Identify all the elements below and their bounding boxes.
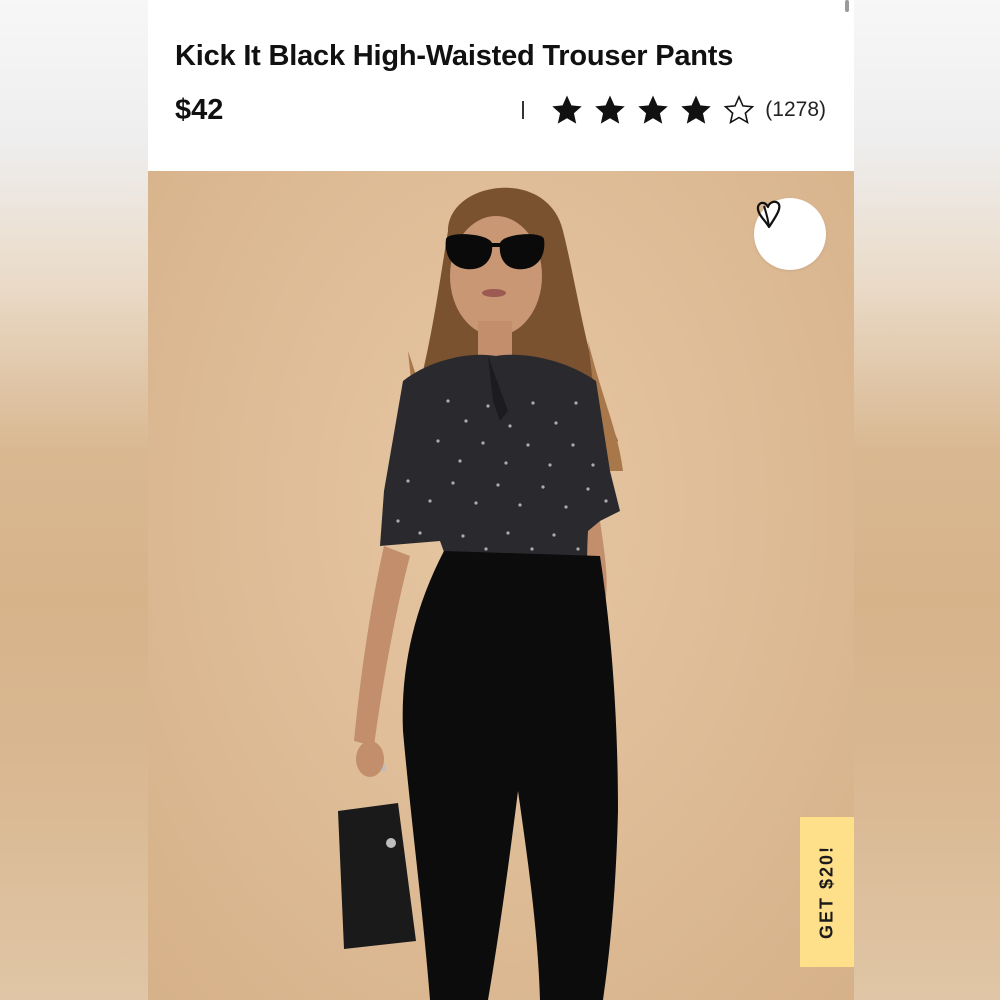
model-photo bbox=[338, 187, 623, 1000]
star-filled-icon bbox=[593, 93, 627, 127]
product-image[interactable]: GET $20! bbox=[148, 171, 854, 1000]
star-filled-icon bbox=[636, 93, 670, 127]
product-rating[interactable]: (1278) bbox=[522, 92, 826, 128]
review-count[interactable]: (1278) bbox=[765, 98, 826, 122]
scroll-indicator[interactable] bbox=[845, 0, 849, 12]
star-filled-icon bbox=[679, 93, 713, 127]
product-screen: Kick It Black High-Waisted Trouser Pants… bbox=[148, 0, 854, 1000]
star-filled-icon bbox=[550, 93, 584, 127]
product-title: Kick It Black High-Waisted Trouser Pants bbox=[175, 40, 734, 72]
wishlist-button[interactable] bbox=[754, 198, 826, 270]
star-empty-icon bbox=[722, 93, 756, 127]
promo-label: GET $20! bbox=[816, 844, 837, 940]
product-price: $42 bbox=[175, 94, 224, 126]
product-header: Kick It Black High-Waisted Trouser Pants… bbox=[148, 0, 854, 170]
rating-divider bbox=[522, 101, 525, 119]
promo-tab[interactable]: GET $20! bbox=[800, 817, 854, 967]
